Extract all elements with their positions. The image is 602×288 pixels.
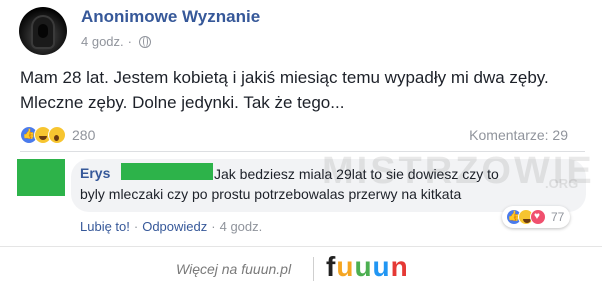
action-separator: · [211,219,216,234]
love-icon [530,209,546,225]
logo-letter: f [326,251,337,282]
action-separator: · [133,219,139,234]
globe-icon [139,35,151,48]
footer-link[interactable]: Więcej na fuuun.pl [176,261,291,277]
fuuun-logo[interactable]: fuuun [326,251,409,283]
meta-separator: · [127,34,132,49]
comment-avatar[interactable] [17,159,65,196]
logo-letter: n [390,251,409,282]
comment-author-link[interactable]: Erys [80,165,110,181]
comment-time[interactable]: 4 godz. [220,219,263,234]
footer-divider [0,246,602,247]
like-comment-link[interactable]: Lubię to! [80,219,130,234]
comment-text-line2: byly mleczaki czy po prostu potrzebowala… [80,186,462,202]
watermark-sub: .ORG [545,176,579,191]
page-name-link[interactable]: Anonimowe Wyznanie [81,7,260,27]
reply-link[interactable]: Odpowiedz [142,219,207,234]
comment-text-line1: Jak bedziesz miala 29lat to sie dowiesz … [214,166,499,182]
footer-separator [313,257,314,281]
wow-icon [48,126,66,144]
post-text: Mam 28 lat. Jestem kobietą i jakiś miesi… [20,68,549,112]
comment-reactions-count: 77 [551,210,565,224]
post-time[interactable]: 4 godz. [81,34,124,49]
comments-count-link[interactable]: Komentarze: 29 [469,127,568,143]
avatar-face [38,24,48,38]
post-reactions[interactable]: 👍 280 [20,126,95,144]
comment-actions: Lubię to! · Odpowiedz · 4 godz. [80,219,262,234]
logo-letter: u [354,251,373,282]
comment-reactions[interactable]: 👍 77 [502,206,571,228]
post-meta: 4 godz. · [81,34,151,49]
logo-letter: u [372,251,391,282]
page-avatar[interactable] [19,7,67,55]
post-card: Anonimowe Wyznanie 4 godz. · Mam 28 lat.… [0,0,602,246]
logo-letter: u [336,251,355,282]
reactions-count: 280 [72,127,96,143]
redacted-name [121,163,213,180]
